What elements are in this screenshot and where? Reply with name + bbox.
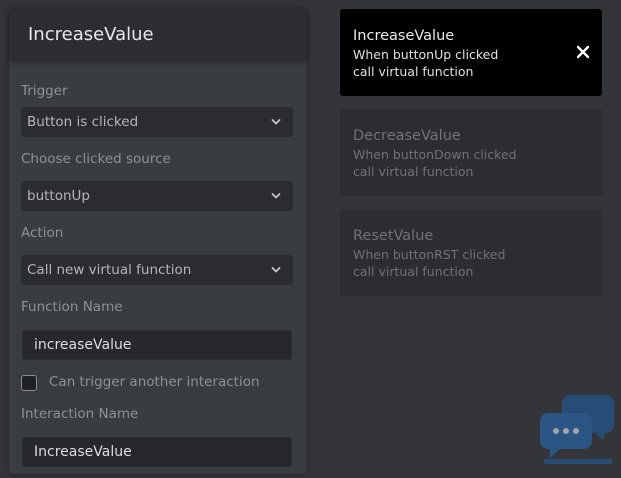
action-label: Action [21, 225, 64, 241]
can-trigger-another-row: Can trigger another interaction [21, 374, 301, 394]
action-select[interactable]: Call new virtual function [21, 255, 293, 285]
clicked-source-select-value: buttonUp [27, 188, 90, 204]
chevron-down-icon [271, 267, 281, 273]
app-root: IncreaseValue Trigger Button is clicked … [0, 0, 621, 478]
clicked-source-label: Choose clicked source [21, 151, 171, 167]
trigger-select[interactable]: Button is clicked [21, 107, 293, 137]
interaction-card-title: ResetValue [353, 228, 434, 244]
clicked-source-select[interactable]: buttonUp [21, 181, 293, 211]
interaction-card-title: DecreaseValue [353, 128, 461, 144]
interaction-name-value: IncreaseValue [34, 444, 132, 460]
interaction-name-input[interactable]: IncreaseValue [22, 437, 292, 467]
interaction-card-trigger: When buttonRST clicked [353, 247, 506, 262]
function-name-label: Function Name [21, 299, 123, 315]
trigger-label: Trigger [21, 83, 68, 99]
interaction-card-trigger: When buttonDown clicked [353, 147, 517, 162]
panel-header: IncreaseValue [9, 9, 307, 60]
interaction-card-action: call virtual function [353, 164, 474, 179]
can-trigger-another-label: Can trigger another interaction [49, 374, 260, 390]
function-name-input[interactable]: increaseValue [22, 330, 292, 360]
can-trigger-another-checkbox[interactable] [21, 375, 37, 391]
function-name-value: increaseValue [34, 337, 132, 353]
interaction-card-action: call virtual function [353, 264, 474, 279]
trigger-select-value: Button is clicked [27, 114, 139, 130]
interaction-form: Trigger Button is clicked Choose clicked… [9, 60, 307, 474]
interaction-card-decrease-value[interactable]: DecreaseValue When buttonDown clicked ca… [340, 109, 602, 196]
interaction-name-label: Interaction Name [21, 406, 139, 422]
interaction-card-trigger: When buttonUp clicked [353, 47, 499, 62]
interaction-card-reset-value[interactable]: ResetValue When buttonRST clicked call v… [340, 209, 602, 296]
chat-bubbles-icon [540, 395, 614, 464]
interaction-card-title: IncreaseValue [353, 28, 455, 44]
close-icon[interactable] [576, 45, 590, 59]
interaction-editor-panel: IncreaseValue Trigger Button is clicked … [9, 9, 307, 474]
panel-title: IncreaseValue [28, 24, 154, 45]
interaction-card-increase-value[interactable]: IncreaseValue When buttonUp clicked call… [340, 9, 602, 96]
action-select-value: Call new virtual function [27, 262, 192, 278]
chevron-down-icon [271, 119, 281, 125]
interaction-card-action: call virtual function [353, 64, 474, 79]
chevron-down-icon [271, 193, 281, 199]
